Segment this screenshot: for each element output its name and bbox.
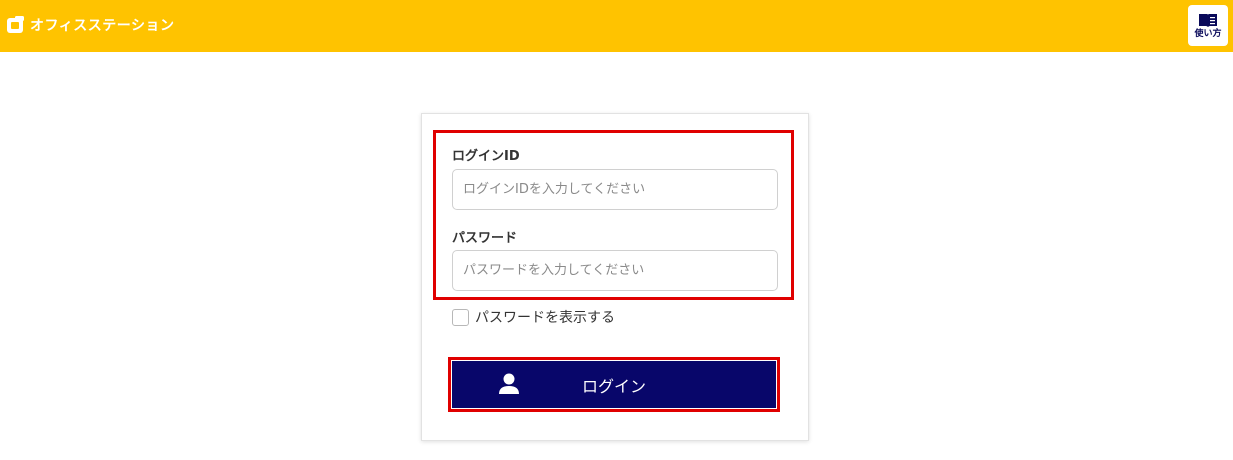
password-label: パスワード — [452, 231, 518, 246]
show-password-toggle[interactable]: パスワードを表示する — [452, 307, 615, 327]
password-input[interactable] — [452, 250, 778, 291]
book-icon — [1199, 13, 1217, 27]
brand-name: オフィスステーション — [30, 18, 175, 34]
help-label: 使い方 — [1194, 28, 1222, 39]
top-header: オフィスステーション 使い方 — [0, 0, 1233, 52]
brand[interactable]: オフィスステーション — [6, 14, 174, 36]
login-id-label: ログインID — [452, 149, 520, 164]
show-password-checkbox[interactable] — [452, 308, 469, 326]
help-button[interactable]: 使い方 — [1188, 5, 1228, 46]
login-id-input[interactable] — [452, 169, 778, 210]
brand-logo-icon — [7, 16, 24, 33]
login-button[interactable]: ログイン — [452, 361, 776, 408]
show-password-label: パスワードを表示する — [475, 310, 615, 326]
login-button-label: ログイン — [581, 378, 646, 396]
